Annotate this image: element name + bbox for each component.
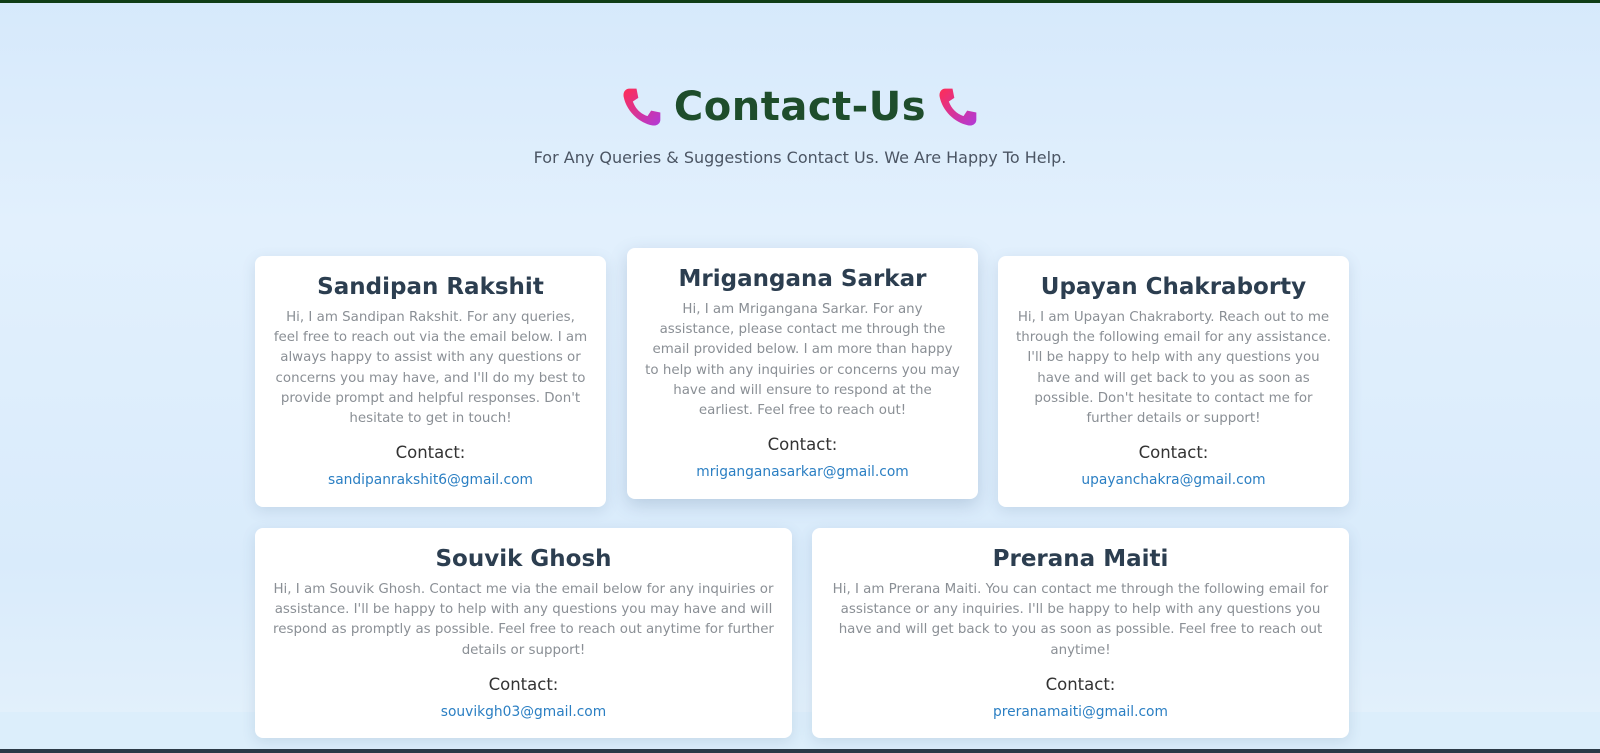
contact-email-link[interactable]: souvikgh03@gmail.com [273, 702, 774, 722]
contact-email-link[interactable]: preranamaiti@gmail.com [830, 702, 1331, 722]
bottom-border [0, 749, 1600, 753]
contact-bio: Hi, I am Sandipan Rakshit. For any queri… [273, 310, 588, 427]
contact-card: Souvik Ghosh Hi, I am Souvik Ghosh. Cont… [255, 528, 792, 738]
contact-email-link[interactable]: mriganganasarkar@gmail.com [645, 462, 960, 482]
top-border [0, 0, 1600, 3]
contact-label: Contact: [395, 443, 466, 463]
contact-label: Contact: [1138, 443, 1209, 463]
contact-bio: Hi, I am Souvik Ghosh. Contact me via th… [273, 582, 774, 658]
contact-card: Prerana Maiti Hi, I am Prerana Maiti. Yo… [812, 528, 1349, 738]
contact-bio: Hi, I am Upayan Chakraborty. Reach out t… [1016, 310, 1331, 427]
phone-icon [936, 85, 980, 129]
contact-label: Contact: [1045, 674, 1116, 694]
contact-email-link[interactable]: upayanchakra@gmail.com [1016, 470, 1331, 490]
contact-card: Sandipan Rakshit Hi, I am Sandipan Raksh… [255, 256, 606, 507]
contact-card: Upayan Chakraborty Hi, I am Upayan Chakr… [998, 256, 1349, 507]
contact-email-link[interactable]: sandipanrakshit6@gmail.com [273, 470, 588, 490]
title-row: Contact-Us [0, 82, 1600, 132]
footer-band [0, 712, 1600, 749]
contact-bio: Hi, I am Mrigangana Sarkar. For any assi… [645, 302, 960, 419]
contact-name: Upayan Chakraborty [1040, 274, 1307, 300]
contact-bio: Hi, I am Prerana Maiti. You can contact … [832, 582, 1329, 658]
contact-name: Souvik Ghosh [435, 546, 612, 572]
contact-name: Sandipan Rakshit [317, 274, 544, 300]
contact-hero: Contact-Us For Any Queries & Suggestions… [0, 82, 1600, 167]
contact-card: Mrigangana Sarkar Hi, I am Mrigangana Sa… [627, 248, 978, 499]
page-subtitle: For Any Queries & Suggestions Contact Us… [533, 148, 1067, 167]
page-title: Contact-Us [673, 84, 927, 130]
contact-label: Contact: [767, 435, 838, 455]
contact-label: Contact: [488, 674, 559, 694]
contact-name: Prerana Maiti [992, 546, 1169, 572]
contact-name: Mrigangana Sarkar [678, 266, 927, 292]
phone-icon [620, 85, 664, 129]
